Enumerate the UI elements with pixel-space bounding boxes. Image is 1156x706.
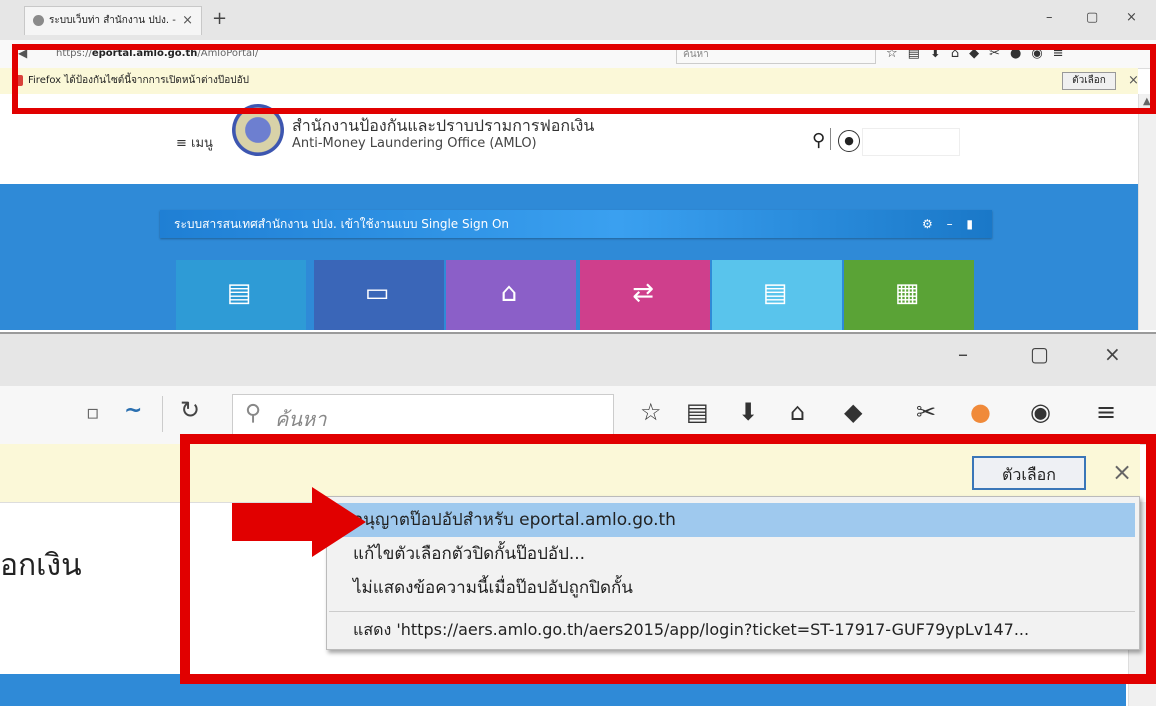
org-name-english: Anti-Money Laundering Office (AMLO)	[292, 136, 537, 151]
id-card-icon: ▭	[364, 278, 390, 308]
close-window-button[interactable]: ×	[1126, 10, 1137, 25]
screenshot-icon[interactable]: ✂	[916, 398, 936, 426]
minimize-button[interactable]: –	[1046, 10, 1053, 25]
username-field[interactable]	[862, 128, 960, 156]
panel-controls[interactable]: ⚙ – ▮	[922, 210, 978, 238]
addon-icon[interactable]: ●	[970, 398, 991, 426]
page-heading-fragment: อกเงิน	[0, 548, 82, 583]
reload-icon[interactable]: ↻	[180, 396, 200, 424]
sso-title: ระบบสารสนเทศสำนักงาน ปปง. เข้าใช้งานแบบ …	[174, 217, 510, 231]
close-window-button[interactable]: ×	[1104, 342, 1121, 366]
addon-dark-icon[interactable]: ◉	[1030, 398, 1051, 426]
menu-button[interactable]: ≡ เมนู	[176, 132, 213, 153]
restore-button[interactable]: ▢	[1086, 10, 1098, 25]
search-icon[interactable]: ⚲	[812, 130, 825, 151]
highlight-box-top	[12, 44, 1156, 114]
zoomed-title-bar: – ▢ ×	[0, 334, 1156, 386]
tab-close-icon[interactable]: ×	[182, 7, 193, 35]
app-tile[interactable]: ▤	[176, 260, 306, 330]
search-placeholder: ค้นหา	[275, 407, 327, 431]
pointer-arrow-icon	[232, 503, 314, 541]
document-icon: ▤	[762, 278, 788, 308]
search-input[interactable]: ⚲ ค้นหา	[232, 394, 614, 436]
tab-title: ระบบเว็บท่า สำนักงาน ปปง. -	[49, 15, 176, 26]
pocket-icon[interactable]: ◆	[844, 398, 862, 426]
browser-tab[interactable]: ระบบเว็บท่า สำนักงาน ปปง. - ×	[24, 6, 202, 35]
file-transfer-icon: ⇄	[632, 278, 654, 308]
app-tile[interactable]: ▦	[844, 260, 974, 330]
reading-list-icon[interactable]: ▤	[686, 398, 709, 426]
home-icon[interactable]: ⌂	[790, 398, 805, 426]
highlight-box-bottom	[180, 434, 1156, 684]
sso-panel-header: ระบบสารสนเทศสำนักงาน ปปง. เข้าใช้งานแบบ …	[160, 210, 992, 238]
downloads-icon[interactable]: ⬇	[738, 398, 758, 426]
divider	[162, 396, 163, 432]
menu-hamburger-icon[interactable]: ≡	[1096, 398, 1116, 426]
app-tile[interactable]: ⇄	[580, 260, 710, 330]
report-icon: ▦	[894, 278, 920, 308]
app-tile[interactable]: ▤	[712, 260, 842, 330]
person-scan-icon: ⌂	[500, 278, 518, 308]
scrollbar[interactable]: ▲	[1138, 94, 1156, 330]
pointer-arrow-head-icon	[312, 487, 366, 557]
site-favicon-icon	[33, 15, 44, 26]
user-icon[interactable]: ●	[838, 130, 860, 152]
new-tab-button[interactable]: +	[212, 8, 227, 29]
portal-content: ระบบสารสนเทศสำนักงาน ปปง. เข้าใช้งานแบบ …	[0, 184, 1138, 330]
document-13-icon: ▤	[226, 278, 252, 308]
restore-button[interactable]: ▢	[1030, 342, 1049, 366]
title-bar: ระบบเว็บท่า สำนักงาน ปปง. - × + – ▢ ×	[0, 0, 1156, 40]
search-icon: ⚲	[245, 401, 262, 426]
page-info-icon[interactable]: ▫	[86, 400, 100, 424]
divider	[830, 128, 831, 150]
tracking-icon[interactable]: ~	[124, 398, 142, 423]
browser-window-overview: ระบบเว็บท่า สำนักงาน ปปง. - × + – ▢ × ◀ …	[0, 0, 1156, 330]
bookmark-star-icon[interactable]: ☆	[640, 398, 662, 426]
app-tile[interactable]: ⌂	[446, 260, 576, 330]
minimize-button[interactable]: –	[958, 342, 968, 366]
app-tile[interactable]: ▭	[314, 260, 444, 330]
